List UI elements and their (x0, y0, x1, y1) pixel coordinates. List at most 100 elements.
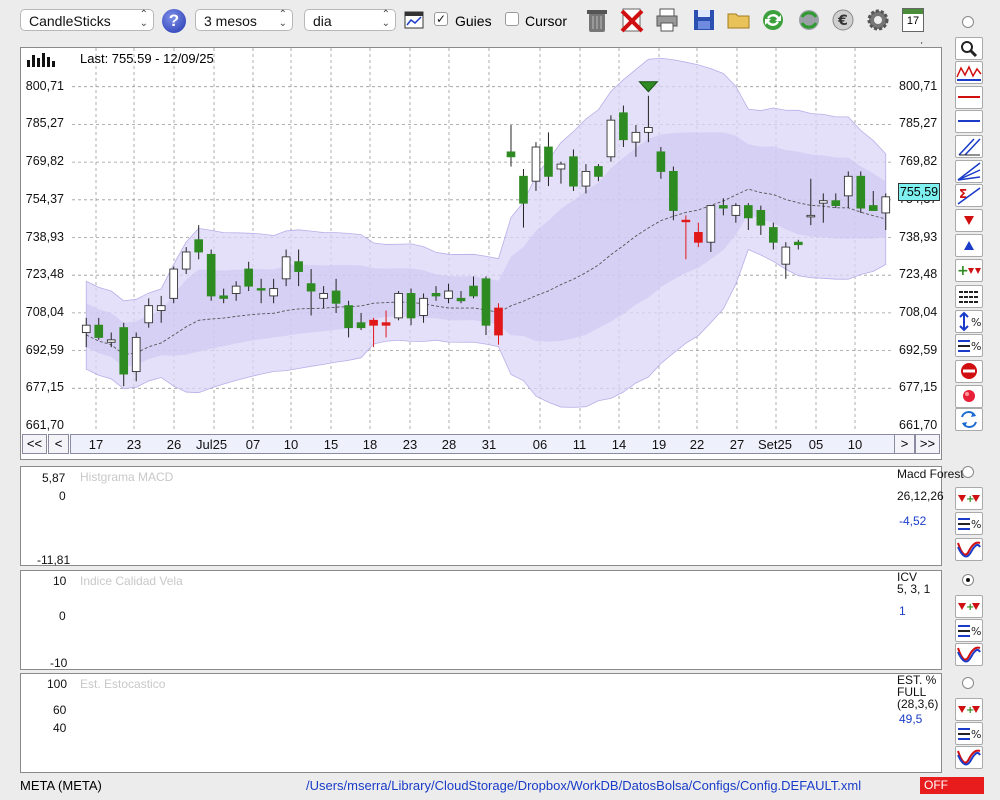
candle-body (144, 305, 154, 324)
off-status-button[interactable]: OFF (920, 777, 984, 794)
candle-body (244, 268, 253, 287)
macd-curve-button[interactable] (955, 538, 983, 561)
percent-lines-icon: % (958, 625, 981, 638)
zoom-button[interactable] (955, 37, 983, 60)
fibonacci-button[interactable]: Σ (955, 184, 983, 207)
horizontal-line-blue-button[interactable] (955, 110, 983, 133)
stochastic-signals-button[interactable]: + (955, 698, 983, 721)
y-tick-label: 785,27 (25, 116, 64, 131)
y-tick-label-right: 708,04 (899, 304, 938, 319)
percent-range-button[interactable]: % (955, 310, 983, 333)
y-tick-label-right: 677,15 (899, 380, 938, 395)
candle-body (306, 283, 316, 292)
icv-percent-button[interactable]: % (955, 619, 983, 642)
y-tick-label: 769,82 (25, 154, 64, 169)
candle-body (519, 175, 528, 204)
svg-text:%: % (971, 625, 981, 638)
macd-y-top: 5,87 (42, 471, 66, 485)
nav-first-button[interactable]: << (22, 434, 47, 454)
panel-select-radio-macd[interactable] (962, 466, 974, 478)
arrow-up-button[interactable] (955, 234, 983, 257)
horizontal-line-red-button[interactable] (955, 86, 983, 109)
remove-all-button[interactable] (955, 360, 983, 383)
arrow-down-button[interactable] (955, 209, 983, 232)
macd-signals-button[interactable]: + (955, 487, 983, 510)
x-tick-label: 23 (126, 437, 142, 452)
config-path-link[interactable]: /Users/mserra/Library/CloudStorage/Dropb… (306, 778, 861, 793)
candle-body (631, 131, 641, 143)
y-tick-label-right: 769,82 (899, 154, 938, 169)
stochastic-percent-button[interactable]: % (955, 722, 983, 745)
lines-list-button[interactable] (955, 285, 983, 308)
stochastic-curve-button[interactable] (955, 746, 983, 769)
icv-y-bottom: -10 (50, 656, 68, 670)
macd-legend-params: 26,12,26 (897, 489, 944, 503)
panel-select-radio-main[interactable] (962, 16, 974, 28)
nav-prev-button[interactable]: < (48, 434, 69, 454)
candle-body (406, 293, 416, 319)
macd-percent-button[interactable]: % (955, 512, 983, 535)
panel-select-radio-stochastic[interactable] (962, 677, 974, 689)
candle-body (731, 205, 741, 216)
y-tick-label: 754,37 (25, 191, 64, 206)
y-tick-label-right: 723,48 (899, 267, 938, 282)
candle-body (481, 278, 491, 326)
fan-lines-button[interactable] (955, 160, 983, 183)
panel-select-radio-icv[interactable] (962, 574, 974, 586)
x-tick-label: 05 (808, 437, 824, 452)
y-tick-label-right: 800,71 (899, 78, 938, 93)
record-button[interactable] (955, 385, 983, 408)
macd-current-value: -4,52 (899, 514, 927, 528)
percent-lines-button[interactable]: % (955, 334, 983, 357)
y-tick-label: 738,93 (25, 229, 64, 244)
nav-last-button[interactable]: >> (915, 434, 940, 454)
candle-body (156, 305, 166, 312)
candle-body (569, 156, 578, 187)
y-tick-label-right: 738,93 (899, 229, 938, 244)
x-tick-label: 19 (651, 437, 667, 452)
percent-lines-icon: % (958, 518, 981, 531)
candle-body (331, 290, 341, 304)
candle-body (394, 293, 403, 319)
icv-curve-button[interactable] (955, 643, 983, 666)
current-price-badge: 755,59 (898, 183, 940, 201)
stochastic-y-60: 60 (53, 703, 67, 717)
y-tick-label: 708,04 (25, 304, 64, 319)
x-tick-label: 14 (611, 437, 627, 452)
candle-body (506, 151, 516, 158)
x-tick-label: 27 (729, 437, 745, 452)
trend-channel-button[interactable] (955, 135, 983, 158)
candle-body (356, 322, 366, 329)
candle-body (769, 227, 778, 243)
icv-signals-button[interactable]: + (955, 595, 983, 618)
candle-body (469, 285, 478, 297)
icv-title: Indice Calidad Vela (80, 574, 183, 588)
candle-body (181, 251, 191, 270)
candle-body (694, 231, 703, 243)
candle-body (556, 163, 566, 170)
macd-title: Histgrama MACD (80, 470, 174, 484)
add-signal-button[interactable]: + (955, 259, 983, 282)
candle-body (744, 205, 753, 219)
curve-icon (957, 646, 981, 663)
percent-lines-icon: % (958, 728, 981, 741)
indicator-overlay-button[interactable] (955, 61, 983, 84)
nav-prev-label: < (54, 436, 63, 451)
candle-body (881, 196, 891, 214)
candle-body (419, 297, 428, 316)
current-price-value: 755,59 (899, 185, 939, 199)
candle-body (456, 297, 466, 302)
candle-body (868, 205, 878, 211)
stochastic-current-value: 49,5 (899, 712, 923, 726)
red-arrows-icon: + (958, 494, 980, 505)
record-icon (963, 390, 975, 402)
candle-body (619, 112, 628, 141)
candle-body (194, 239, 203, 253)
candle-body (119, 327, 129, 375)
swap-button[interactable] (955, 408, 983, 431)
candle-body (219, 295, 228, 299)
nav-next-button[interactable]: > (894, 434, 915, 454)
red-line-icon (958, 96, 980, 98)
candle-body (294, 261, 303, 272)
no-entry-icon (961, 363, 977, 379)
